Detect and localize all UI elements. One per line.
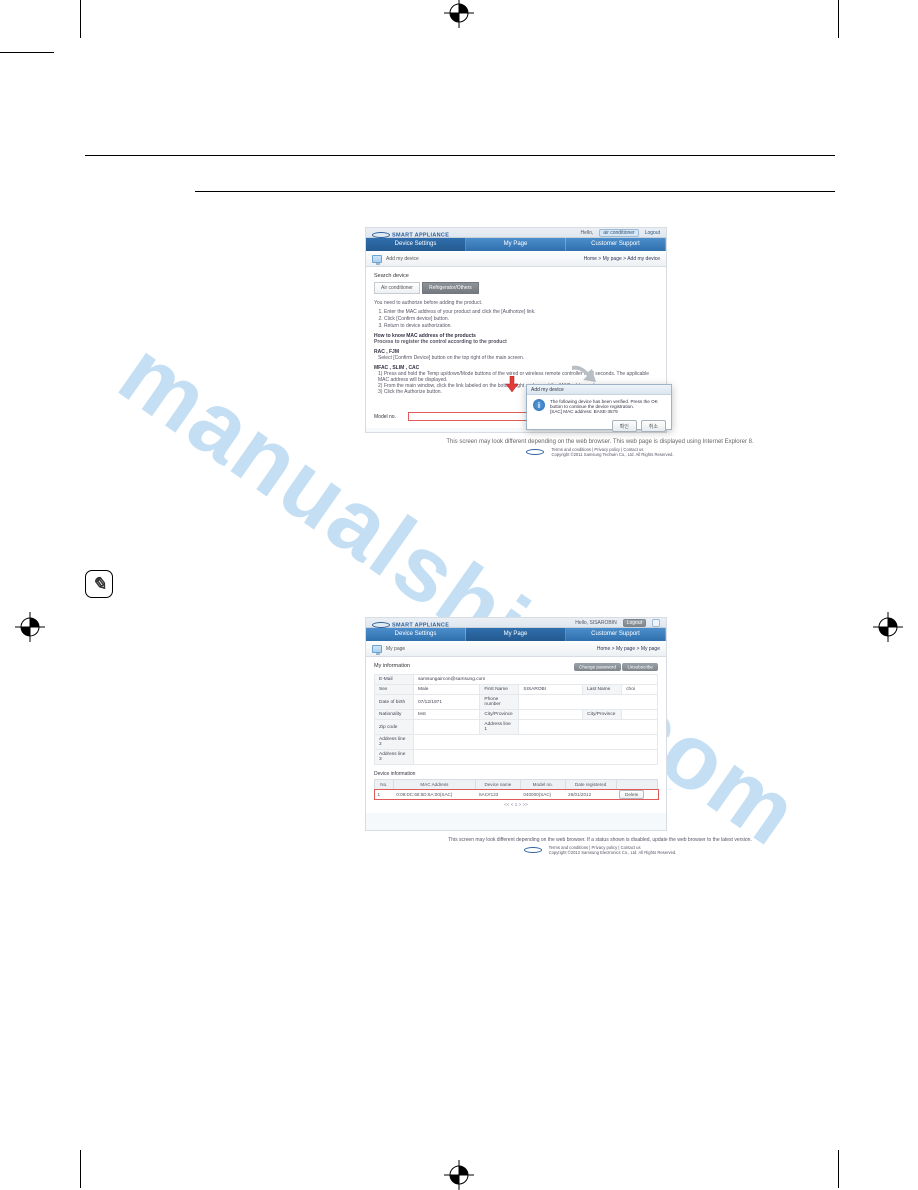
device-row: 1 0:09:DC:68:5D:6A:00(SAC) SAC#133 04000…	[375, 790, 658, 800]
registration-mark-icon	[444, 1160, 474, 1190]
crop-mark	[838, 0, 839, 38]
logo-icon	[526, 449, 544, 455]
step-item: Click [Confirm device] button.	[384, 316, 658, 322]
content-area: ✎ SMART APPLIANCE Hello, air conditioner…	[85, 50, 835, 855]
logout-link[interactable]: Logout	[645, 230, 660, 236]
pager[interactable]: << < 1 > >>	[374, 799, 658, 807]
model-label: Model no.	[374, 414, 402, 420]
step-item: Enter the MAC address of your product an…	[384, 309, 658, 315]
unsubscribe-button[interactable]: Unsubscribe	[622, 663, 658, 671]
screenshot-footer: Terms and conditions | Privacy policy | …	[365, 447, 835, 457]
breadcrumb: Home > My page > My page	[597, 646, 660, 652]
screenshot-add-device: SMART APPLIANCE Hello, air conditioner L…	[365, 227, 667, 433]
note-icon: ✎	[85, 570, 113, 598]
panel-title: My page	[386, 646, 405, 652]
nav-tab-customer-support[interactable]: Customer Support	[566, 238, 666, 251]
screenshot-footer: Terms and conditions | Privacy policy | …	[365, 845, 835, 855]
device-table: No. MAC Address Device name Model no. Da…	[374, 779, 658, 799]
panel-title: Add my device	[386, 256, 419, 262]
monitor-icon	[372, 255, 382, 263]
brand-logo: SMART APPLIANCE	[372, 232, 449, 238]
brand-logo: SMART APPLIANCE	[372, 622, 449, 628]
panel-header: My page Home > My page > My page	[366, 641, 666, 657]
registration-mark-icon	[444, 0, 474, 28]
dialog-title: Add my device	[527, 385, 671, 395]
confirmation-dialog: Add my device i The following device has…	[526, 384, 672, 430]
intro-text: You need to authorize before adding the …	[374, 300, 658, 306]
section-title: My information	[374, 663, 410, 669]
delete-button[interactable]: Delete	[619, 790, 644, 799]
change-password-button[interactable]: Change password	[574, 663, 621, 671]
nav-tab-customer-support[interactable]: Customer Support	[566, 628, 666, 641]
screenshot-caption: This screen may look different depending…	[365, 439, 835, 445]
divider	[85, 155, 835, 156]
arrow-curve-icon	[570, 364, 598, 386]
logo-icon	[524, 847, 542, 853]
nav-bar: Device Settings My Page Customer Support	[366, 238, 666, 251]
panel-body: My information Change password Unsubscri…	[366, 657, 666, 813]
step-item: Return to device authorization.	[384, 323, 658, 329]
nav-bar: Device Settings My Page Customer Support	[366, 628, 666, 641]
section-title: Device information	[374, 771, 658, 777]
screenshot-caption: This screen may look different depending…	[365, 837, 835, 843]
help-icon[interactable]	[652, 619, 660, 627]
dialog-cancel-button[interactable]: 취소	[641, 420, 666, 432]
crop-mark	[80, 0, 81, 38]
dialog-message: The following device has been verified. …	[550, 399, 665, 414]
query-sub: Process to register the control accordin…	[374, 339, 658, 345]
nav-tab-my-page[interactable]: My Page	[466, 238, 566, 251]
right-column: SMART APPLIANCE Hello, air conditioner L…	[345, 227, 835, 855]
group-text: Select [Confirm Device] button on the to…	[378, 355, 658, 361]
greeting: Hello, SISAROBIN	[575, 620, 616, 626]
logout-button[interactable]: Logout	[623, 619, 646, 627]
crop-mark	[838, 1150, 839, 1188]
crop-mark	[80, 1150, 81, 1188]
user-info-table: E-Mailsamsungaircon@samsung.com SexMale …	[374, 674, 658, 765]
steps-list: Enter the MAC address of your product an…	[374, 309, 658, 329]
breadcrumb: Home > My page > Add my device	[584, 256, 660, 262]
registration-mark-icon	[873, 612, 903, 642]
info-icon: i	[533, 399, 545, 411]
nav-tab-my-page[interactable]: My Page	[466, 628, 566, 641]
registration-mark-icon	[15, 612, 45, 642]
dialog-ok-button[interactable]: 확인	[612, 420, 637, 432]
monitor-icon	[372, 645, 382, 653]
tab-air-conditioner[interactable]: Air conditioner	[374, 282, 420, 294]
screenshot-my-page: SMART APPLIANCE Hello, SISAROBIN Logout …	[365, 617, 667, 831]
tab-others[interactable]: Refrigerator/Others	[422, 282, 479, 294]
panel-header: Add my device Home > My page > Add my de…	[366, 251, 666, 267]
nav-tab-device-settings[interactable]: Device Settings	[366, 238, 466, 251]
nav-tab-device-settings[interactable]: Device Settings	[366, 628, 466, 641]
arrow-down-icon	[505, 376, 519, 392]
page: manualshive.com ✎ SMART APPLIANCE Hello,…	[0, 0, 918, 1188]
device-type-chip[interactable]: air conditioner	[599, 229, 638, 237]
crop-mark	[0, 52, 54, 53]
section-title: Search device	[374, 273, 658, 279]
left-column: ✎	[85, 227, 345, 855]
